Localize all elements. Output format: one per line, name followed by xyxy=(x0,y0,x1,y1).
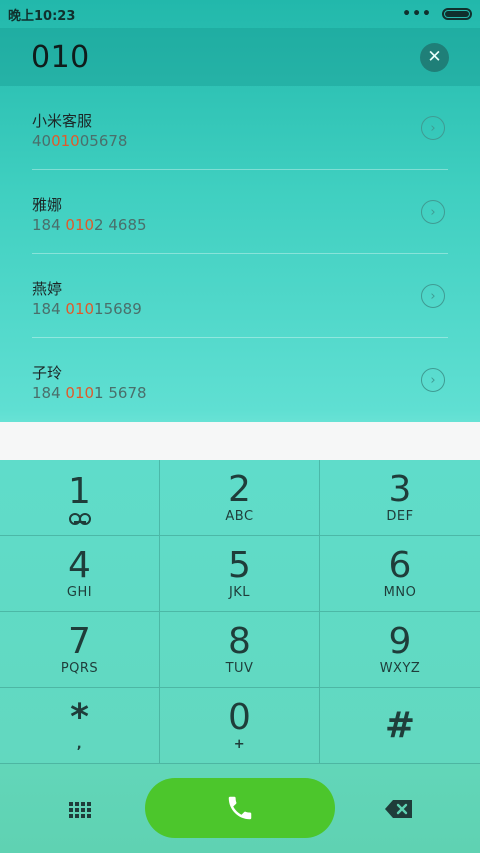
close-circle-icon[interactable]: ✕ xyxy=(420,42,449,72)
key-7[interactable]: 7 PQRS xyxy=(0,612,160,688)
contact-name: 雅娜 xyxy=(32,196,63,214)
search-results: 小米客服 4001005678 › 雅娜 184 0102 4685 › 燕婷 … xyxy=(0,86,480,422)
dial-keypad: 1 2 ABC 3 DEF 4 GHI 5 JKL 6 MNO 7 PQRS 8… xyxy=(0,460,480,764)
backspace-icon[interactable] xyxy=(384,798,414,820)
key-hash[interactable]: # xyxy=(320,688,480,764)
contact-name: 小米客服 xyxy=(32,112,93,130)
call-button[interactable] xyxy=(145,778,335,838)
status-time: 晚上10:23 xyxy=(8,8,76,24)
key-4[interactable]: 4 GHI xyxy=(0,536,160,612)
contact-name: 子玲 xyxy=(32,364,63,382)
chevron-right-icon[interactable]: › xyxy=(421,284,445,308)
key-6[interactable]: 6 MNO xyxy=(320,536,480,612)
key-8[interactable]: 8 TUV xyxy=(160,612,320,688)
list-item[interactable]: 小米客服 4001005678 › xyxy=(32,86,448,170)
key-2[interactable]: 2 ABC xyxy=(160,460,320,536)
battery-icon xyxy=(442,8,472,20)
list-item[interactable]: 雅娜 184 0102 4685 › xyxy=(32,170,448,254)
chevron-right-icon[interactable]: › xyxy=(421,200,445,224)
status-bar: 晚上10:23 ••• xyxy=(0,0,480,28)
key-star[interactable]: * , xyxy=(0,688,160,764)
key-0[interactable]: 0 + xyxy=(160,688,320,764)
key-5[interactable]: 5 JKL xyxy=(160,536,320,612)
list-item[interactable]: 燕婷 184 01015689 › xyxy=(32,254,448,338)
chevron-right-icon[interactable]: › xyxy=(421,116,445,140)
voicemail-icon xyxy=(68,512,91,525)
contact-number: 184 0101 5678 xyxy=(32,384,147,402)
chevron-right-icon[interactable]: › xyxy=(421,368,445,392)
divider-band xyxy=(0,422,480,460)
key-1[interactable]: 1 xyxy=(0,460,160,536)
phone-icon xyxy=(228,796,252,820)
dialed-number-bar: 010 ✕ xyxy=(0,28,480,86)
keypad-toggle-icon[interactable] xyxy=(66,796,94,824)
contact-name: 燕婷 xyxy=(32,280,63,298)
status-right: ••• xyxy=(402,7,472,21)
key-9[interactable]: 9 WXYZ xyxy=(320,612,480,688)
dialer-actions xyxy=(0,764,480,853)
dialed-number: 010 xyxy=(31,39,90,75)
key-3[interactable]: 3 DEF xyxy=(320,460,480,536)
contact-number: 184 0102 4685 xyxy=(32,216,147,234)
list-item[interactable]: 子玲 184 0101 5678 › xyxy=(32,338,448,422)
more-dots-icon: ••• xyxy=(402,6,432,22)
contact-number: 4001005678 xyxy=(32,132,128,150)
contact-number: 184 01015689 xyxy=(32,300,142,318)
